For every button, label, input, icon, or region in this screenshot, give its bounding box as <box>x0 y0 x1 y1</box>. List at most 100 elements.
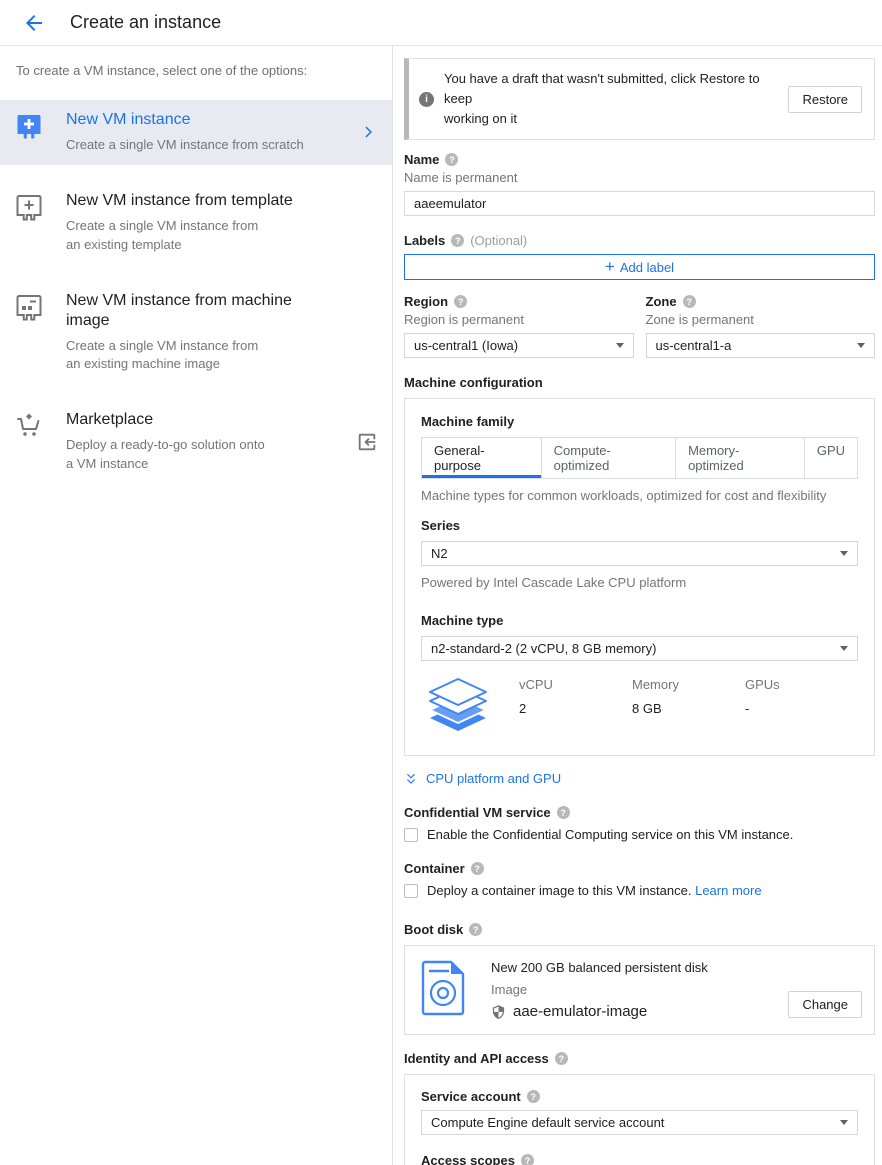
help-icon[interactable]: ? <box>683 295 696 308</box>
identity-api-section: Identity and API access ? Service accoun… <box>404 1051 875 1165</box>
zone-dropdown[interactable]: us-central1-a <box>646 333 876 358</box>
container-section: Container ? Deploy a container image to … <box>404 861 875 898</box>
help-icon[interactable]: ? <box>555 1052 568 1065</box>
sidebar-item-title: Marketplace <box>66 410 356 430</box>
tab-compute-optimized[interactable]: Compute-optimized <box>541 437 676 479</box>
tab-general-purpose[interactable]: General-purpose <box>421 437 542 479</box>
learn-more-link[interactable]: Learn more <box>695 883 761 898</box>
help-icon[interactable]: ? <box>469 923 482 936</box>
container-label: Container <box>404 861 465 876</box>
container-checkbox[interactable] <box>404 884 418 898</box>
machine-family-tabs: General-purpose Compute-optimized Memory… <box>421 437 858 479</box>
service-account-label: Service account <box>421 1089 521 1104</box>
expand-more-double-icon <box>404 772 418 786</box>
boot-disk-section: Boot disk ? New 200 GB balanced persiste… <box>404 922 875 1035</box>
help-icon[interactable]: ? <box>557 806 570 819</box>
region-label: Region <box>404 294 448 309</box>
marketplace-cart-icon <box>16 412 42 442</box>
tab-memory-optimized[interactable]: Memory-optimized <box>675 437 805 479</box>
access-scopes-label: Access scopes <box>421 1153 515 1165</box>
boot-disk-title: New 200 GB balanced persistent disk <box>491 960 788 975</box>
cpu-platform-gpu-link[interactable]: CPU platform and GPU <box>404 771 875 786</box>
caret-down-icon <box>840 646 848 651</box>
zone-sublabel: Zone is permanent <box>646 312 876 327</box>
sidebar-item-subtitle: Create a single VM instance from scratch <box>66 136 360 155</box>
vcpu-value: 2 <box>519 701 632 716</box>
help-icon[interactable]: ? <box>445 153 458 166</box>
help-icon[interactable]: ? <box>454 295 467 308</box>
sidebar-item-new-vm-from-machine-image[interactable]: New VM instance from machine image Creat… <box>0 281 392 385</box>
gpus-header: GPUs <box>745 677 858 692</box>
labels-label: Labels <box>404 233 445 248</box>
boot-disk-label: Boot disk <box>404 922 463 937</box>
container-checkbox-label: Deploy a container image to this VM inst… <box>427 883 691 898</box>
sidebar-item-subtitle: Create a single VM instance from an exis… <box>66 337 378 375</box>
restore-button[interactable]: Restore <box>788 86 862 113</box>
confidential-vm-section: Confidential VM service ? Enable the Con… <box>404 805 875 842</box>
exit-to-app-icon <box>356 431 378 453</box>
sidebar-item-new-vm-from-template[interactable]: New VM instance from template Create a s… <box>0 181 392 265</box>
zone-label: Zone <box>646 294 677 309</box>
help-icon[interactable]: ? <box>471 862 484 875</box>
vcpu-header: vCPU <box>519 677 632 692</box>
machine-type-dropdown[interactable]: n2-standard-2 (2 vCPU, 8 GB memory) <box>421 636 858 661</box>
sidebar-item-subtitle: Create a single VM instance from an exis… <box>66 217 378 255</box>
name-section: Name ? Name is permanent <box>404 152 875 216</box>
confidential-checkbox-label: Enable the Confidential Computing servic… <box>427 827 793 842</box>
add-label-button[interactable]: + Add label <box>404 254 875 280</box>
machine-image-icon <box>16 293 42 323</box>
region-sublabel: Region is permanent <box>404 312 634 327</box>
boot-disk-image-label: Image <box>491 982 788 997</box>
confidential-checkbox[interactable] <box>404 828 418 842</box>
series-description: Powered by Intel Cascade Lake CPU platfo… <box>421 575 858 590</box>
series-label: Series <box>421 518 460 533</box>
region-section: Region ? Region is permanent us-central1… <box>404 294 634 358</box>
name-input[interactable] <box>404 191 875 216</box>
name-sublabel: Name is permanent <box>404 170 875 185</box>
page-title: Create an instance <box>70 12 221 33</box>
gpus-value: - <box>745 701 858 716</box>
vm-template-icon <box>16 193 42 223</box>
page-header: Create an instance <box>0 0 882 46</box>
sidebar-item-subtitle: Deploy a ready-to-go solution onto a VM … <box>66 436 356 474</box>
plus-icon: + <box>605 258 615 275</box>
help-icon[interactable]: ? <box>451 234 464 247</box>
tab-gpu[interactable]: GPU <box>804 437 858 479</box>
region-dropdown[interactable]: us-central1 (Iowa) <box>404 333 634 358</box>
back-arrow-icon[interactable] <box>22 11 46 35</box>
draft-banner-text: You have a draft that wasn't submitted, … <box>444 69 788 129</box>
caret-down-icon <box>616 343 624 348</box>
change-boot-disk-button[interactable]: Change <box>788 991 862 1018</box>
memory-header: Memory <box>632 677 745 692</box>
caret-down-icon <box>857 343 865 348</box>
labels-section: Labels ? (Optional) + Add label <box>404 233 875 280</box>
sidebar-item-new-vm-instance[interactable]: New VM instance Create a single VM insta… <box>0 100 392 165</box>
machine-type-specs: vCPU 2 Memory 8 GB GPUs - <box>421 677 858 735</box>
confidential-vm-label: Confidential VM service <box>404 805 551 820</box>
sidebar-item-title: New VM instance from machine image <box>66 291 378 331</box>
machine-family-description: Machine types for common workloads, opti… <box>421 488 858 503</box>
layers-icon <box>423 677 493 735</box>
sidebar-item-marketplace[interactable]: Marketplace Deploy a ready-to-go solutio… <box>0 400 392 484</box>
sidebar-intro: To create a VM instance, select one of t… <box>0 46 392 78</box>
zone-section: Zone ? Zone is permanent us-central1-a <box>646 294 876 358</box>
info-icon: i <box>419 92 434 107</box>
boot-disk-icon <box>421 960 467 1016</box>
service-account-dropdown[interactable]: Compute Engine default service account <box>421 1110 858 1135</box>
help-icon[interactable]: ? <box>527 1090 540 1103</box>
machine-family-label: Machine family <box>421 414 514 429</box>
create-options-sidebar: To create a VM instance, select one of t… <box>0 46 393 1165</box>
sidebar-item-title: New VM instance from template <box>66 191 378 211</box>
machine-configuration-section: Machine configuration Machine family Gen… <box>404 374 875 756</box>
identity-api-label: Identity and API access <box>404 1051 549 1066</box>
name-label: Name <box>404 152 439 167</box>
machine-configuration-label: Machine configuration <box>404 375 543 390</box>
sidebar-item-title: New VM instance <box>66 110 360 130</box>
help-icon[interactable]: ? <box>521 1154 534 1165</box>
series-dropdown[interactable]: N2 <box>421 541 858 566</box>
draft-banner: i You have a draft that wasn't submitted… <box>404 58 875 140</box>
memory-value: 8 GB <box>632 701 745 716</box>
vm-instance-icon <box>16 112 42 142</box>
boot-disk-image-name: aae-emulator-image <box>513 1003 647 1020</box>
caret-down-icon <box>840 1120 848 1125</box>
